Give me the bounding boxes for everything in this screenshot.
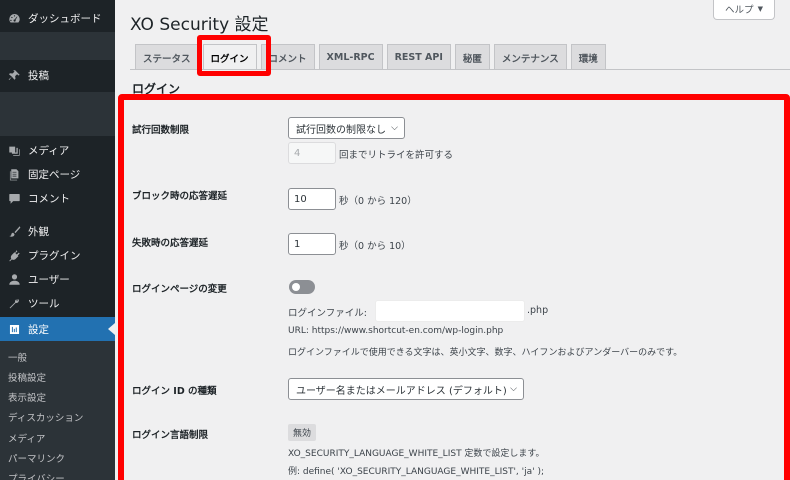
- sidebar-label-settings: 設定: [28, 323, 49, 336]
- chevron-down-icon: ⌵: [391, 123, 398, 133]
- block-delay-unit: 秒（0 から 120）: [339, 196, 417, 207]
- sidebar-item-dashboard[interactable]: ダッシュボード: [0, 6, 115, 30]
- submenu-item-reading[interactable]: 表示設定: [8, 390, 46, 404]
- tab-login[interactable]: ログイン: [202, 44, 257, 70]
- sidebar-label-tools: ツール: [28, 297, 60, 310]
- plugin-icon: [7, 248, 21, 262]
- attempt-limit-label: 試行回数制限: [132, 125, 190, 136]
- tab-comment[interactable]: コメント: [260, 44, 315, 70]
- language-example-text: 例: define( 'XO_SECURITY_LANGUAGE_WHITE_L…: [288, 467, 545, 477]
- sidebar-item-tools[interactable]: ツール: [0, 291, 115, 315]
- tab-divider: [130, 69, 790, 70]
- sidebar-blurred-item: [0, 32, 115, 60]
- sidebar-label-media: メディア: [28, 144, 70, 157]
- settings-icon: [7, 322, 21, 336]
- submenu-item-discussion[interactable]: ディスカッション: [8, 410, 83, 424]
- sidebar-label-plugins: プラグイン: [28, 249, 81, 262]
- submenu-item-general[interactable]: 一般: [8, 350, 27, 364]
- login-page-toggle[interactable]: [289, 280, 315, 294]
- wrench-icon: [7, 296, 21, 310]
- retry-count-input[interactable]: 4: [288, 142, 336, 164]
- settings-tabs: ステータス ログイン コメント XML-RPC REST API 秘匿 メンテナ…: [135, 44, 610, 70]
- block-delay-input[interactable]: 10: [288, 188, 336, 210]
- active-arrow-indicator: [108, 323, 115, 335]
- sidebar-label-dashboard: ダッシュボード: [28, 12, 102, 25]
- sidebar-item-comments[interactable]: コメント: [0, 186, 115, 210]
- language-status-badge: 無効: [288, 424, 317, 441]
- sidebar-item-settings[interactable]: 設定: [0, 317, 115, 341]
- fail-delay-input[interactable]: 1: [288, 233, 336, 255]
- tab-xml-rpc[interactable]: XML-RPC: [318, 44, 383, 70]
- sidebar-label-users: ユーザー: [28, 273, 70, 286]
- login-id-value: ユーザー名またはメールアドレス (デフォルト): [296, 385, 507, 397]
- tab-rest-api[interactable]: REST API: [386, 44, 451, 70]
- media-icon: [7, 143, 21, 157]
- login-file-ext: .php: [527, 305, 549, 316]
- sidebar-label-pages: 固定ページ: [28, 168, 81, 181]
- help-button[interactable]: ヘルプ ▼: [713, 0, 775, 20]
- fail-delay-unit: 秒（0 から 10）: [339, 241, 411, 252]
- login-url-text: URL: https://www.shortcut-en.com/wp-logi…: [288, 326, 504, 336]
- pin-icon: [7, 68, 21, 82]
- page-icon: [7, 167, 21, 181]
- dashboard-icon: [7, 11, 21, 25]
- tab-secret[interactable]: 秘匿: [454, 44, 490, 70]
- brush-icon: [7, 224, 21, 238]
- sidebar-label-posts: 投稿: [28, 69, 49, 82]
- admin-sidebar: ダッシュボード 投稿 メディア 固定ページ コメント 外観 プラグイン ユーザー…: [0, 0, 115, 480]
- page-title: XO Security 設定: [130, 15, 269, 35]
- submenu-item-privacy[interactable]: プライバシー: [8, 471, 65, 480]
- login-file-input[interactable]: [375, 300, 525, 322]
- comment-icon: [7, 191, 21, 205]
- retry-count-text: 回までリトライを許可する: [339, 150, 454, 161]
- login-id-label: ログイン ID の種類: [132, 386, 217, 397]
- sidebar-item-media[interactable]: メディア: [0, 138, 115, 162]
- caret-down-icon: ▼: [757, 4, 763, 13]
- language-help-text: XO_SECURITY_LANGUAGE_WHITE_LIST 定数で設定します…: [288, 449, 545, 459]
- tab-environment[interactable]: 環境: [570, 44, 606, 70]
- attempt-limit-select[interactable]: 試行回数の制限なし ⌵: [288, 117, 405, 139]
- block-delay-label: ブロック時の応答遅延: [132, 191, 228, 202]
- sidebar-label-appearance: 外観: [28, 225, 49, 238]
- main-content: XO Security 設定 ヘルプ ▼ ステータス ログイン コメント XML…: [115, 0, 790, 480]
- sidebar-item-users[interactable]: ユーザー: [0, 267, 115, 291]
- login-page-label: ログインページの変更: [132, 284, 227, 295]
- sidebar-item-appearance[interactable]: 外観: [0, 219, 115, 243]
- chevron-down-icon: ⌵: [510, 384, 517, 394]
- login-file-label: ログインファイル:: [288, 308, 367, 319]
- tab-maintenance[interactable]: メンテナンス: [493, 44, 567, 70]
- login-file-note: ログインファイルで使用できる文字は、英小文字、数字、ハイフンおよびアンダーバーの…: [288, 348, 683, 358]
- sidebar-blurred-item: [0, 92, 115, 136]
- help-label: ヘルプ: [725, 4, 754, 16]
- submenu-item-media[interactable]: メディア: [8, 431, 45, 445]
- submenu-item-permalinks[interactable]: パーマリンク: [8, 451, 65, 465]
- submenu-item-writing[interactable]: 投稿設定: [8, 370, 46, 384]
- tab-status[interactable]: ステータス: [135, 44, 199, 70]
- section-title: ログイン: [132, 82, 181, 96]
- sidebar-label-comments: コメント: [28, 192, 70, 205]
- sidebar-item-posts[interactable]: 投稿: [0, 63, 115, 87]
- settings-submenu: 一般 投稿設定 表示設定 ディスカッション メディア パーマリンク プライバシー: [0, 341, 115, 480]
- sidebar-item-pages[interactable]: 固定ページ: [0, 162, 115, 186]
- attempt-limit-value: 試行回数の制限なし: [296, 124, 386, 136]
- user-icon: [7, 272, 21, 286]
- sidebar-item-plugins[interactable]: プラグイン: [0, 243, 115, 267]
- login-id-select[interactable]: ユーザー名またはメールアドレス (デフォルト) ⌵: [288, 378, 524, 400]
- fail-delay-label: 失敗時の応答遅延: [132, 238, 209, 249]
- language-limit-label: ログイン言語制限: [132, 430, 209, 441]
